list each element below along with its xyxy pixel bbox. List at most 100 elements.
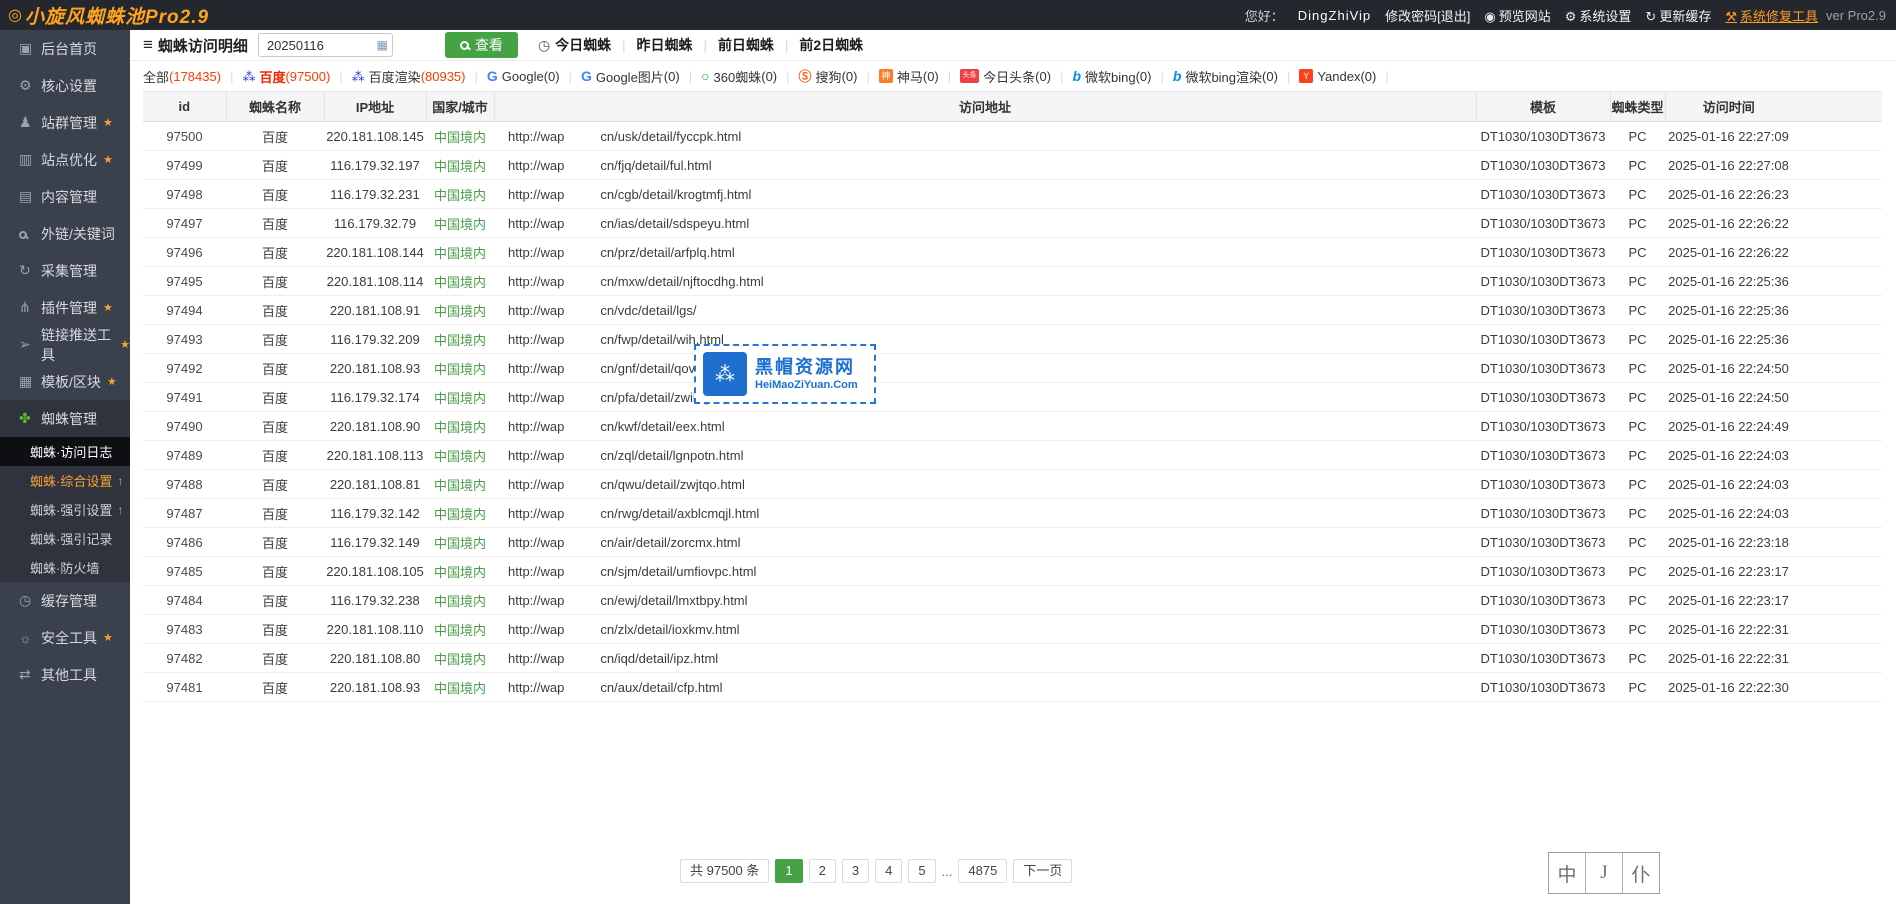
top-right-menu: 您好： DingZhiVip 修改密码[退出] ◉预览网站 ⚙系统设置 ↻更新缓… xyxy=(1231,6,1896,25)
col-header-id: id xyxy=(143,92,226,122)
cell-id: 97484 xyxy=(143,586,226,615)
page-button-2[interactable]: 2 xyxy=(809,859,836,883)
preview-site-link[interactable]: ◉预览网站 xyxy=(1484,6,1550,25)
cell-url: http://wapcn/aux/detail/cfp.html xyxy=(494,673,1476,702)
cell-ip: 116.179.32.142 xyxy=(324,499,426,528)
sidebar-item-采集管理[interactable]: ↻采集管理 xyxy=(0,252,130,289)
sidebar-item-模板/区块[interactable]: ▦模板/区块★ xyxy=(0,363,130,400)
cell-id: 97500 xyxy=(143,122,226,151)
cell-time: 2025-01-16 22:27:08 xyxy=(1665,151,1882,180)
sidebar-item-蜘蛛·防火墙[interactable]: 蜘蛛·防火墙 xyxy=(0,553,130,582)
separator: | xyxy=(1385,69,1388,84)
cell-ip: 220.181.108.105 xyxy=(324,557,426,586)
quick-links: ◷ 今日蜘蛛|昨日蜘蛛|前日蜘蛛|前2日蜘蛛 xyxy=(538,35,863,55)
filter-label: 神马 xyxy=(897,67,923,86)
filter-360[interactable]: ○360蜘蛛(0) xyxy=(701,67,777,86)
cell-id: 97493 xyxy=(143,325,226,354)
calendar-icon[interactable]: ▦ xyxy=(377,38,388,52)
filter-all[interactable]: 全部(178435) xyxy=(143,67,221,86)
spider-log-table: id 蜘蛛名称 IP地址 国家/城市 访问地址 模板 蜘蛛类型 访问时间 975… xyxy=(143,91,1882,702)
cell-ip: 220.181.108.90 xyxy=(324,412,426,441)
sidebar-item-缓存管理[interactable]: ◷缓存管理 xyxy=(0,582,130,619)
cell-spider: 百度 xyxy=(226,267,324,296)
page-button-4875[interactable]: 4875 xyxy=(958,859,1007,883)
sidebar-item-站群管理[interactable]: ♟站群管理★ xyxy=(0,104,130,141)
yandex-y-icon: Y xyxy=(1299,69,1313,83)
sidebar-item-外链/关键词[interactable]: 外链/关键词 xyxy=(0,215,130,252)
sidebar-item-蜘蛛·访问日志[interactable]: 蜘蛛·访问日志 xyxy=(0,437,130,466)
filter-google[interactable]: GGoogle(0) xyxy=(487,69,560,84)
quick-link-前日蜘蛛[interactable]: 前日蜘蛛 xyxy=(718,35,774,55)
cell-type: PC xyxy=(1610,499,1665,528)
sidebar-item-蜘蛛管理[interactable]: ✤蜘蛛管理 xyxy=(0,400,130,437)
col-header-country: 国家/城市 xyxy=(426,92,494,122)
cell-template: DT1030/1030DT3673 xyxy=(1476,557,1610,586)
view-button[interactable]: 查看 xyxy=(445,32,518,58)
corner-stamp: 中J仆 xyxy=(1548,852,1660,894)
sidebar-item-后台首页[interactable]: ▣后台首页 xyxy=(0,30,130,67)
sidebar-item-安全工具[interactable]: ☼安全工具★ xyxy=(0,619,130,656)
filter-count: (0) xyxy=(544,69,560,84)
logout-link[interactable]: [退出] xyxy=(1437,9,1470,24)
sidebar-item-蜘蛛·综合设置[interactable]: 蜘蛛·综合设置↑ xyxy=(0,466,130,495)
filter-sogou[interactable]: Ⓢ搜狗(0) xyxy=(799,67,858,86)
table-row: 97490百度220.181.108.90中国境内http://wapcn/kw… xyxy=(143,412,1882,441)
system-settings-link[interactable]: ⚙系统设置 xyxy=(1565,6,1632,25)
filter-count: (0) xyxy=(1360,69,1376,84)
sidebar-item-内容管理[interactable]: ▤内容管理 xyxy=(0,178,130,215)
cell-type: PC xyxy=(1610,296,1665,325)
cell-id: 97494 xyxy=(143,296,226,325)
sidebar-item-链接推送工具[interactable]: ➢链接推送工具★ xyxy=(0,326,130,363)
filter-baidu-render[interactable]: ⁂百度渲染(80935) xyxy=(352,67,466,86)
cell-template: DT1030/1030DT3673 xyxy=(1476,354,1610,383)
cell-country: 中国境内 xyxy=(426,180,494,209)
sidebar-item-其他工具[interactable]: ⇄其他工具 xyxy=(0,656,130,693)
change-password-link[interactable]: 修改密码 xyxy=(1385,9,1437,24)
cell-url: http://wapcn/gnf/detail/qovpdra.html xyxy=(494,354,1476,383)
quick-link-今日蜘蛛[interactable]: 今日蜘蛛 xyxy=(555,35,611,55)
sidebar-item-站点优化[interactable]: ▥站点优化★ xyxy=(0,141,130,178)
sidebar-item-蜘蛛·强引设置[interactable]: 蜘蛛·强引设置↑ xyxy=(0,495,130,524)
sidebar-item-插件管理[interactable]: ⋔插件管理★ xyxy=(0,289,130,326)
page-button-1[interactable]: 1 xyxy=(775,859,802,883)
user-icon: ♟ xyxy=(19,114,41,131)
filter-count: (0) xyxy=(1262,69,1278,84)
cell-template: DT1030/1030DT3673 xyxy=(1476,412,1610,441)
quick-link-前2日蜘蛛[interactable]: 前2日蜘蛛 xyxy=(799,35,863,55)
cell-id: 97482 xyxy=(143,644,226,673)
filter-bing[interactable]: b微软bing(0) xyxy=(1072,67,1151,86)
cell-spider: 百度 xyxy=(226,383,324,412)
stamp-character: 仆 xyxy=(1622,853,1659,893)
filter-toutiao[interactable]: 头条今日头条(0) xyxy=(960,67,1051,86)
update-cache-link[interactable]: ↻更新缓存 xyxy=(1645,6,1711,25)
page-button-3[interactable]: 3 xyxy=(842,859,869,883)
sidebar-item-蜘蛛·强引记录[interactable]: 蜘蛛·强引记录 xyxy=(0,524,130,553)
cell-time: 2025-01-16 22:24:50 xyxy=(1665,354,1882,383)
sidebar-item-label: 采集管理 xyxy=(41,261,97,281)
sidebar-item-核心设置[interactable]: ⚙核心设置 xyxy=(0,67,130,104)
next-page-button[interactable]: 下一页 xyxy=(1013,859,1072,883)
cell-url: http://wapcn/sjm/detail/umfiovpc.html xyxy=(494,557,1476,586)
table-row: 97491百度116.179.32.174中国境内http://wapcn/pf… xyxy=(143,383,1882,412)
filter-shenma[interactable]: 神神马(0) xyxy=(879,67,939,86)
send-icon: ➢ xyxy=(19,336,41,353)
filter-baidu[interactable]: ⁂百度(97500) xyxy=(242,67,330,86)
cell-ip: 220.181.108.110 xyxy=(324,615,426,644)
filter-count: (80935) xyxy=(421,69,466,84)
filter-bing-render[interactable]: b微软bing渲染(0) xyxy=(1173,67,1278,86)
page-button-4[interactable]: 4 xyxy=(875,859,902,883)
filter-yandex[interactable]: YYandex(0) xyxy=(1299,69,1376,84)
date-input[interactable] xyxy=(258,33,393,57)
sidebar-item-label: 蜘蛛·强引设置 xyxy=(30,500,112,519)
page-button-5[interactable]: 5 xyxy=(908,859,935,883)
quick-link-昨日蜘蛛[interactable]: 昨日蜘蛛 xyxy=(637,35,693,55)
cell-url: http://wapcn/zql/detail/lgnpotn.html xyxy=(494,441,1476,470)
repair-tool-link[interactable]: ⚒系统修复工具 xyxy=(1725,6,1818,25)
cell-spider: 百度 xyxy=(226,586,324,615)
cell-ip: 220.181.108.113 xyxy=(324,441,426,470)
cell-template: DT1030/1030DT3673 xyxy=(1476,586,1610,615)
cell-ip: 220.181.108.93 xyxy=(324,673,426,702)
filter-label: Google图片 xyxy=(596,67,664,86)
sidebar-item-label: 缓存管理 xyxy=(41,591,97,611)
filter-google-image[interactable]: GGoogle图片(0) xyxy=(581,67,680,86)
